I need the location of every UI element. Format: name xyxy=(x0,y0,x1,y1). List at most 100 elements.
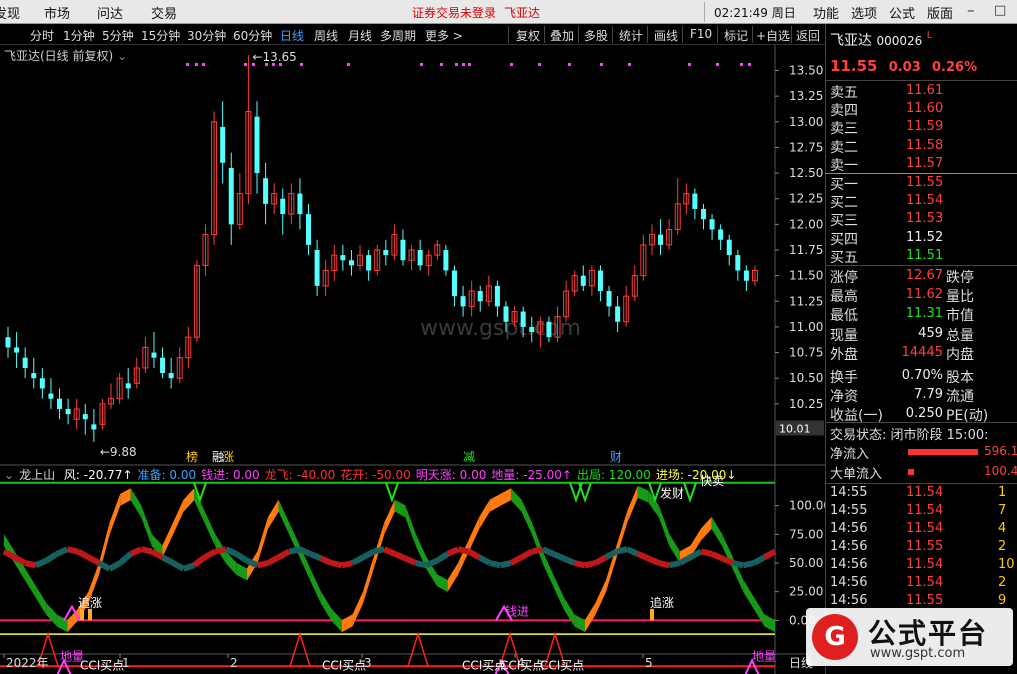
secondary-wave xyxy=(87,554,101,566)
candle-body xyxy=(348,260,354,266)
overlay-button[interactable]: 叠加 xyxy=(550,27,574,44)
dragon-hump xyxy=(407,631,429,667)
signal-dot xyxy=(510,63,513,66)
back-button[interactable]: 返回 xyxy=(796,27,820,44)
menu-item-formula[interactable]: 公式 xyxy=(889,3,915,22)
stat-label: 现量 xyxy=(830,327,858,344)
stock-link[interactable]: 飞亚达 xyxy=(504,4,540,21)
tab-15min[interactable]: 15分钟 xyxy=(141,27,180,44)
stat-label: 净资 xyxy=(830,389,858,406)
secondary-wave xyxy=(383,546,396,557)
candle-body xyxy=(477,291,483,302)
oscillator-band xyxy=(637,485,649,503)
secondary-wave xyxy=(373,546,385,555)
indicator-param: 花开: -50.00 xyxy=(340,468,411,482)
f10-button[interactable]: F10 xyxy=(690,27,712,41)
signal-label: 地量 xyxy=(60,649,84,663)
candle-body xyxy=(692,193,698,209)
multi-stock-button[interactable]: 多股 xyxy=(584,27,608,44)
menu-item-trade[interactable]: 交易 xyxy=(151,3,177,22)
oscillator-band xyxy=(236,562,247,581)
tab-30min[interactable]: 30分钟 xyxy=(187,27,226,44)
bid-label: 买五 xyxy=(830,249,858,266)
menu-item-options[interactable]: 选项 xyxy=(851,3,877,22)
tab-5min[interactable]: 5分钟 xyxy=(102,27,134,44)
event-tag: 涨 xyxy=(222,449,234,464)
oscillator-band xyxy=(384,499,395,535)
secondary-wave xyxy=(361,548,376,560)
secondary-wave xyxy=(477,554,492,566)
menu-item-layout[interactable]: 版面 xyxy=(927,3,953,22)
minimize-icon[interactable]: – xyxy=(967,1,975,19)
maximize-icon[interactable]: □ xyxy=(994,3,1006,18)
candle-body xyxy=(220,126,226,163)
flag-badge: L xyxy=(926,30,933,41)
tab-60min[interactable]: 60分钟 xyxy=(233,27,272,44)
tick-volume: 7 xyxy=(998,503,1007,518)
oscillator-band xyxy=(542,551,554,587)
toolbar-separator xyxy=(508,26,509,43)
secondary-wave xyxy=(489,560,502,569)
signal-dot xyxy=(300,63,303,66)
bid-label: 买二 xyxy=(830,195,858,212)
signal-dot xyxy=(748,63,751,66)
secondary-wave xyxy=(541,546,555,557)
add-watchlist-button[interactable]: +自选 xyxy=(756,27,790,44)
toolbar-separator xyxy=(544,26,545,43)
tick-price: 11.54 xyxy=(906,557,944,572)
candle-body xyxy=(520,311,526,327)
oscillator-band xyxy=(669,534,680,564)
signal-label: 钱进 xyxy=(505,604,529,619)
y-tick-label: 12.50 xyxy=(789,166,823,180)
login-status[interactable]: 证券交易未登录 xyxy=(412,4,496,21)
collapse-icon[interactable]: ⌄ xyxy=(4,468,14,482)
trade-status: 交易状态: 闭市阶段 15:00: xyxy=(830,428,989,443)
menu-item-market[interactable]: 市场 xyxy=(44,3,70,22)
y-tick-label: 11.75 xyxy=(789,243,823,257)
candle-body xyxy=(417,250,423,266)
menu-item-function[interactable]: 功能 xyxy=(813,3,839,22)
adjust-button[interactable]: 复权 xyxy=(516,27,540,44)
tab-daily[interactable]: 日线 xyxy=(280,27,304,44)
tab-intraday[interactable]: 分时 xyxy=(30,27,54,44)
toolbar-separator xyxy=(578,26,579,43)
ask-label: 卖三 xyxy=(830,121,858,138)
secondary-wave xyxy=(203,548,217,560)
signal-dot xyxy=(740,63,743,66)
bid-label: 买一 xyxy=(830,177,858,193)
oscillator-band xyxy=(373,522,385,569)
secondary-wave xyxy=(647,555,661,566)
secondary-wave xyxy=(742,560,755,569)
y-tick-label: 75.00 xyxy=(789,527,823,541)
signal-dot xyxy=(252,63,255,66)
menu-item-discover[interactable]: 发现 xyxy=(0,3,20,22)
tab-more[interactable]: 更多 > xyxy=(425,27,463,44)
exit-mark xyxy=(683,482,697,503)
oscillator-band xyxy=(278,499,290,535)
oscillator-band xyxy=(753,597,765,627)
tab-multi-period[interactable]: 多周期 xyxy=(380,27,416,44)
draw-line-button[interactable]: 画线 xyxy=(654,27,678,44)
candle-body xyxy=(306,214,312,245)
tab-monthly[interactable]: 月线 xyxy=(348,27,372,44)
x-tick-label: 2022年 xyxy=(6,656,49,670)
current-price-tag: 10.01 xyxy=(779,422,811,435)
tick-volume: 2 xyxy=(998,575,1007,590)
x-tick-label: 5 xyxy=(645,656,653,670)
kline-chart[interactable]: 13.50 13.25 13.00 12.75 12.50 12.25 12.00 11.75… xyxy=(0,45,825,674)
statistics-button[interactable]: 统计 xyxy=(619,27,643,44)
candle-body xyxy=(366,255,372,271)
price-change: 0.03 xyxy=(888,60,921,75)
tick-volume: 2 xyxy=(998,539,1007,554)
mark-button[interactable]: 标记 xyxy=(724,27,748,44)
tab-1min[interactable]: 1分钟 xyxy=(63,27,95,44)
bid-price: 11.55 xyxy=(906,175,944,190)
oscillator-band xyxy=(563,597,575,627)
menu-item-wenda[interactable]: 问达 xyxy=(97,3,123,22)
candle-body xyxy=(503,306,509,322)
oscillator-band xyxy=(141,505,152,547)
oscillator-band xyxy=(35,585,47,615)
signal-label: 追涨 xyxy=(78,595,102,610)
candle-body xyxy=(151,352,157,358)
tab-weekly[interactable]: 周线 xyxy=(314,27,338,44)
